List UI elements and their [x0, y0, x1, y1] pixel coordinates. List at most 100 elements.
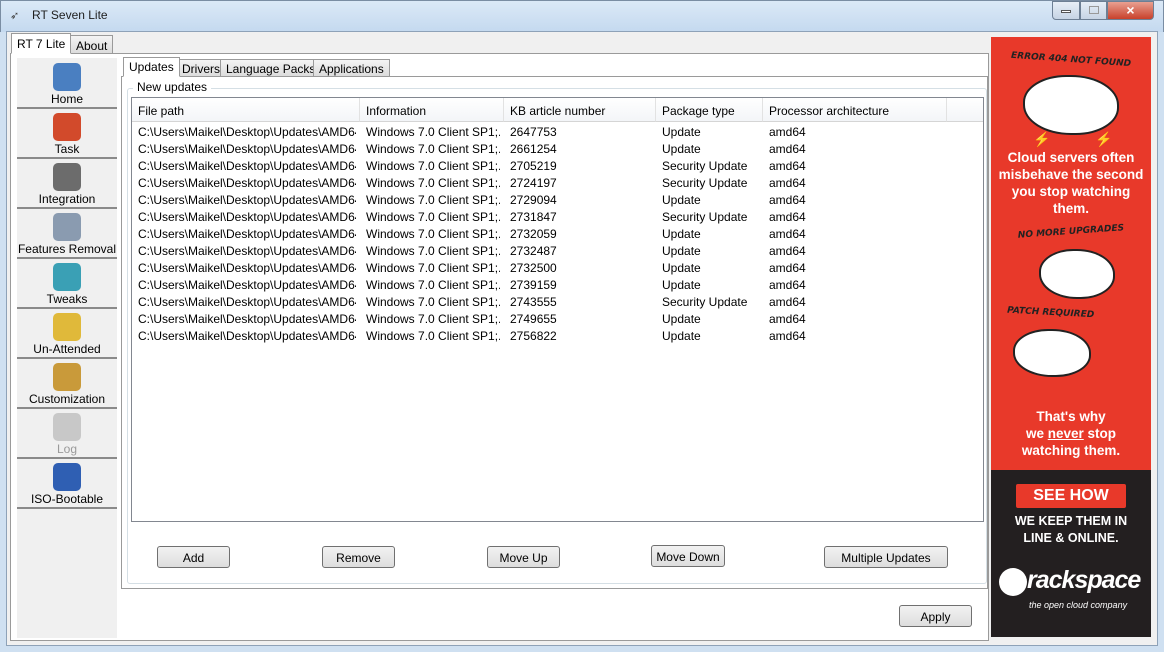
log-icon	[53, 413, 81, 441]
table-cell: Windows 7.0 Client SP1;...	[366, 329, 500, 343]
table-cell: 2743555	[510, 295, 557, 309]
table-cell: Update	[662, 329, 701, 343]
add-button[interactable]: Add	[157, 546, 230, 568]
sidebar-item-features-removal[interactable]: Features Removal	[17, 210, 117, 259]
see-how-button[interactable]: SEE HOW	[1016, 484, 1126, 508]
remove-button[interactable]: Remove	[322, 546, 395, 568]
iso-disc-icon	[53, 463, 81, 491]
sidebar-item-label: ISO-Bootable	[30, 492, 104, 506]
table-cell: amd64	[769, 193, 806, 207]
lightning-icon: ⚡	[1095, 131, 1113, 147]
table-cell: C:\Users\Maikel\Desktop\Updates\AMD64...	[138, 278, 356, 292]
tab-about[interactable]: About	[70, 35, 114, 54]
table-cell: C:\Users\Maikel\Desktop\Updates\AMD64...	[138, 312, 356, 326]
lightning-icon: ⚡	[1033, 131, 1051, 147]
apply-button[interactable]: Apply	[899, 605, 972, 627]
sidebar-item-task[interactable]: Task	[17, 110, 117, 159]
table-row[interactable]: C:\Users\Maikel\Desktop\Updates\AMD64...…	[132, 292, 983, 309]
table-cell: C:\Users\Maikel\Desktop\Updates\AMD64...	[138, 329, 356, 343]
column-header[interactable]: KB article number	[504, 98, 656, 122]
sidebar-item-customization[interactable]: Customization	[17, 360, 117, 409]
ad-line: watching them.	[1021, 443, 1121, 458]
tab-drivers[interactable]: Drivers	[176, 59, 226, 77]
tab-updates[interactable]: Updates	[123, 57, 180, 77]
table-cell: 2739159	[510, 278, 557, 292]
table-row[interactable]: C:\Users\Maikel\Desktop\Updates\AMD64...…	[132, 241, 983, 258]
table-row[interactable]: C:\Users\Maikel\Desktop\Updates\AMD64...…	[132, 258, 983, 275]
unattended-icon	[53, 313, 81, 341]
table-row[interactable]: C:\Users\Maikel\Desktop\Updates\AMD64...…	[132, 326, 983, 343]
table-cell: 2647753	[510, 125, 557, 139]
grumpy-cloud-icon	[1039, 249, 1115, 299]
table-cell: amd64	[769, 142, 806, 156]
ad-word: stop	[1083, 426, 1117, 441]
table-cell: amd64	[769, 210, 806, 224]
rackspace-logo-icon	[999, 568, 1027, 596]
table-cell: amd64	[769, 159, 806, 173]
table-row[interactable]: C:\Users\Maikel\Desktop\Updates\AMD64...…	[132, 173, 983, 190]
table-row[interactable]: C:\Users\Maikel\Desktop\Updates\AMD64...…	[132, 207, 983, 224]
maximize-button[interactable]	[1080, 1, 1107, 20]
ad-line: we never stop	[991, 425, 1151, 442]
table-cell: 2732059	[510, 227, 557, 241]
table-row[interactable]: C:\Users\Maikel\Desktop\Updates\AMD64...…	[132, 156, 983, 173]
table-row[interactable]: C:\Users\Maikel\Desktop\Updates\AMD64...…	[132, 309, 983, 326]
table-cell: 2724197	[510, 176, 557, 190]
table-cell: amd64	[769, 227, 806, 241]
table-cell: Windows 7.0 Client SP1;...	[366, 278, 500, 292]
sidebar-item-label: Integration	[38, 192, 96, 206]
table-cell: 2732500	[510, 261, 557, 275]
rackspace-tagline: the open cloud company	[1029, 600, 1128, 610]
move-down-button[interactable]: Move Down	[651, 545, 725, 567]
ad-caption-patch: PATCH REQUIRED	[1006, 305, 1095, 321]
column-header[interactable]: File path	[132, 98, 360, 122]
table-cell: Windows 7.0 Client SP1;...	[366, 210, 500, 224]
table-cell: amd64	[769, 261, 806, 275]
updates-list[interactable]: File path Information KB article number Pac…	[131, 97, 984, 522]
column-header[interactable]: Information	[360, 98, 504, 122]
table-row[interactable]: C:\Users\Maikel\Desktop\Updates\AMD64...…	[132, 224, 983, 241]
ad-word: we	[1025, 426, 1048, 441]
sidebar-item-iso-bootable[interactable]: ISO-Bootable	[17, 460, 117, 509]
tab-applications[interactable]: Applications	[313, 59, 390, 77]
table-cell: Update	[662, 312, 701, 326]
table-cell: C:\Users\Maikel\Desktop\Updates\AMD64...	[138, 210, 356, 224]
sidebar-item-log: Log	[17, 410, 117, 459]
column-header[interactable]: Package type	[656, 98, 763, 122]
sidebar: Home Task Integration Features Removal Tweak…	[17, 58, 117, 638]
group-title: New updates	[133, 80, 212, 94]
minimize-button[interactable]	[1052, 1, 1080, 20]
table-row[interactable]: C:\Users\Maikel\Desktop\Updates\AMD64...…	[132, 190, 983, 207]
sidebar-item-label: Un-Attended	[33, 342, 101, 356]
table-cell: Update	[662, 244, 701, 258]
table-row[interactable]: C:\Users\Maikel\Desktop\Updates\AMD64...…	[132, 139, 983, 156]
sidebar-item-label: Task	[54, 142, 80, 156]
table-row[interactable]: C:\Users\Maikel\Desktop\Updates\AMD64...…	[132, 122, 983, 139]
tab-language-packs[interactable]: Language Packs	[220, 59, 322, 77]
table-cell: C:\Users\Maikel\Desktop\Updates\AMD64...	[138, 244, 356, 258]
sidebar-item-un-attended[interactable]: Un-Attended	[17, 310, 117, 359]
tab-rt7lite[interactable]: RT 7 Lite	[11, 33, 72, 54]
table-cell: Windows 7.0 Client SP1;...	[366, 227, 500, 241]
multiple-updates-button[interactable]: Multiple Updates	[824, 546, 948, 568]
sidebar-item-home[interactable]: Home	[17, 60, 117, 109]
sidebar-item-tweaks[interactable]: Tweaks	[17, 260, 117, 309]
sick-cloud-icon	[1013, 329, 1091, 377]
ad-caption-error: ERROR 404 NOT FOUND	[1010, 50, 1132, 70]
rackspace-ad[interactable]: ERROR 404 NOT FOUND ⚡ ⚡ Cloud servers of…	[991, 37, 1151, 637]
close-button[interactable]: ×	[1107, 1, 1154, 20]
table-cell: amd64	[769, 312, 806, 326]
ad-text-1: Cloud servers often misbehave the second…	[998, 150, 1144, 216]
angry-cloud-icon	[1023, 75, 1119, 135]
tweaks-icon	[53, 263, 81, 291]
table-row[interactable]: C:\Users\Maikel\Desktop\Updates\AMD64...…	[132, 275, 983, 292]
move-up-button[interactable]: Move Up	[487, 546, 560, 568]
sidebar-item-integration[interactable]: Integration	[17, 160, 117, 209]
table-cell: 2729094	[510, 193, 557, 207]
ad-word-never: never	[1047, 426, 1084, 441]
sidebar-item-label: Features Removal	[17, 242, 117, 256]
table-cell: amd64	[769, 125, 806, 139]
column-header[interactable]: Processor architecture	[763, 98, 947, 122]
table-cell: Windows 7.0 Client SP1;...	[366, 295, 500, 309]
table-cell: 2705219	[510, 159, 557, 173]
